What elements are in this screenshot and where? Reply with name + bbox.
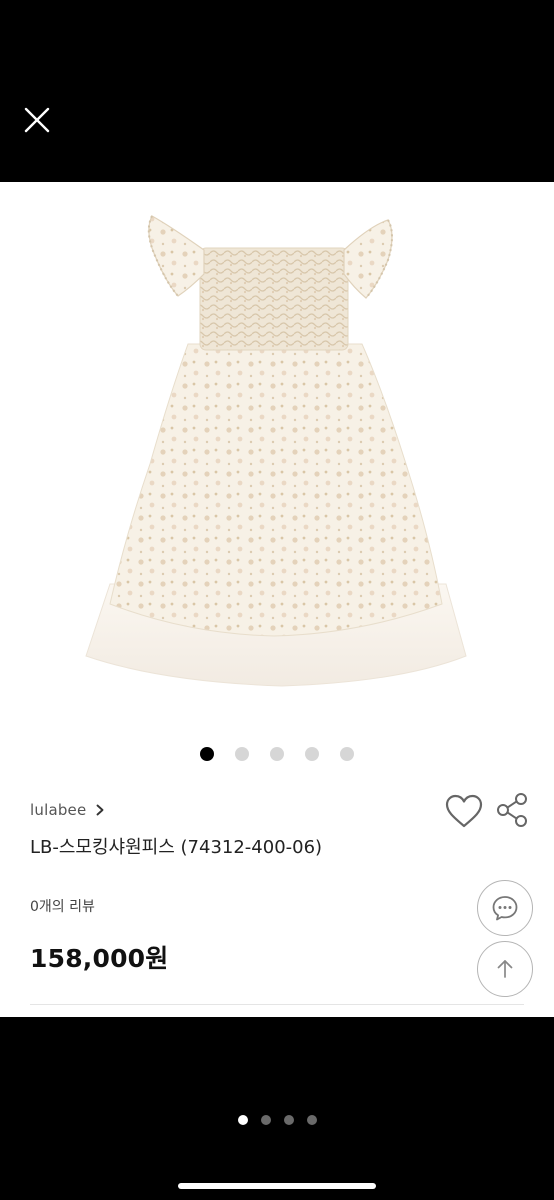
carousel-dot[interactable]: [235, 747, 249, 761]
carousel-dot[interactable]: [305, 747, 319, 761]
close-icon: [24, 107, 50, 133]
home-indicator[interactable]: [178, 1183, 376, 1189]
chat-icon: [492, 896, 518, 921]
carousel-dot[interactable]: [270, 747, 284, 761]
chat-button[interactable]: [477, 880, 533, 936]
top-bar: [0, 0, 554, 182]
product-name: LB-스모킹샤원피스 (74312-400-06): [30, 837, 323, 858]
page-dot[interactable]: [237, 1115, 248, 1125]
wishlist-button[interactable]: [444, 793, 484, 831]
page-dot[interactable]: [283, 1115, 294, 1125]
product-price: 158,000원: [30, 944, 169, 973]
arrow-up-icon: [497, 960, 513, 978]
divider: [30, 1004, 524, 1005]
share-icon: [497, 793, 527, 827]
heart-icon: [445, 794, 483, 828]
chevron-right-icon: [96, 804, 104, 816]
product-image[interactable]: [70, 204, 484, 704]
scroll-top-button[interactable]: [477, 941, 533, 997]
image-carousel-dots: [0, 747, 554, 763]
share-button[interactable]: [494, 792, 530, 828]
carousel-dot[interactable]: [200, 747, 214, 761]
carousel-dot[interactable]: [340, 747, 354, 761]
page-dot[interactable]: [306, 1115, 317, 1125]
bottom-bar: [0, 1017, 554, 1200]
brand-link[interactable]: lulabee: [30, 801, 105, 819]
close-button[interactable]: [18, 100, 58, 140]
review-count-link[interactable]: 0개의 리뷰: [30, 896, 95, 916]
product-detail-sheet: lulabee LB-스모킹샤원피스 (74312-400-06) 0개의 리뷰…: [0, 182, 554, 1017]
page-indicator-dots: [0, 1115, 554, 1125]
page-dot[interactable]: [260, 1115, 271, 1125]
brand-name: lulabee: [30, 801, 87, 819]
